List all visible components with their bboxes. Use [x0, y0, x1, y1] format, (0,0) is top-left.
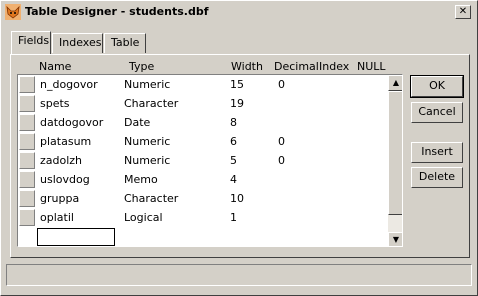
field-name[interactable]: gruppa: [40, 192, 79, 205]
delete-button[interactable]: Delete: [411, 167, 463, 188]
field-decimal[interactable]: 0: [278, 135, 285, 148]
row-mover-button[interactable]: [19, 152, 35, 169]
header-width: Width: [231, 60, 263, 73]
header-decimal: Decimal: [274, 60, 319, 73]
title-bar[interactable]: Table Designer - students.dbf ✕: [3, 3, 475, 21]
tab-table[interactable]: Table: [104, 33, 146, 53]
table-row[interactable]: datdogovor Date 8: [18, 113, 388, 132]
field-width[interactable]: 1: [230, 211, 237, 224]
row-mover-button[interactable]: [19, 190, 35, 207]
field-name[interactable]: platasum: [40, 135, 91, 148]
field-name[interactable]: uslovdog: [40, 173, 90, 186]
row-mover-button[interactable]: [19, 95, 35, 112]
header-index: Index: [319, 60, 350, 73]
scroll-up-button[interactable]: ▲: [388, 75, 402, 91]
scroll-thumb[interactable]: [388, 91, 402, 215]
field-name[interactable]: oplatil: [40, 211, 74, 224]
fields-grid[interactable]: n_dogovor Numeric 15 0 spets Character 1…: [17, 74, 403, 247]
column-headers: Name Type Width Decimal Index NULL: [17, 60, 407, 74]
ok-button[interactable]: OK: [410, 75, 464, 98]
row-mover-button[interactable]: [19, 209, 35, 226]
field-width[interactable]: 19: [230, 97, 244, 110]
field-type[interactable]: Memo: [124, 173, 158, 186]
table-row[interactable]: gruppa Character 10: [18, 189, 388, 208]
tab-fields[interactable]: Fields: [11, 31, 51, 54]
field-type[interactable]: Numeric: [124, 154, 170, 167]
row-mover-button[interactable]: [19, 76, 35, 93]
scroll-down-button[interactable]: ▼: [388, 232, 402, 246]
table-row[interactable]: oplatil Logical 1: [18, 208, 388, 227]
table-row[interactable]: zadolzh Numeric 5 0: [18, 151, 388, 170]
row-mover-button[interactable]: [19, 133, 35, 150]
field-width[interactable]: 6: [230, 135, 237, 148]
cancel-button[interactable]: Cancel: [411, 102, 463, 123]
tab-indexes[interactable]: Indexes: [52, 33, 103, 53]
header-type: Type: [129, 60, 155, 73]
field-width[interactable]: 15: [230, 78, 244, 91]
field-name[interactable]: spets: [40, 97, 70, 110]
tab-indexes-label: Indexes: [59, 36, 102, 49]
new-field-row[interactable]: [18, 227, 388, 246]
field-type[interactable]: Date: [124, 116, 150, 129]
field-type[interactable]: Character: [124, 192, 178, 205]
fox-app-icon: [5, 4, 21, 20]
row-mover-button[interactable]: [19, 114, 35, 131]
table-designer-window: Table Designer - students.dbf ✕ Fields I…: [0, 0, 478, 296]
field-type[interactable]: Numeric: [124, 78, 170, 91]
field-name[interactable]: zadolzh: [40, 154, 82, 167]
table-row[interactable]: spets Character 19: [18, 94, 388, 113]
field-width[interactable]: 10: [230, 192, 244, 205]
table-row[interactable]: n_dogovor Numeric 15 0: [18, 75, 388, 94]
field-name[interactable]: n_dogovor: [40, 78, 98, 91]
tab-table-label: Table: [111, 36, 140, 49]
field-width[interactable]: 8: [230, 116, 237, 129]
window-title: Table Designer - students.dbf: [25, 5, 209, 18]
field-name[interactable]: datdogovor: [40, 116, 103, 129]
status-bar: [6, 264, 472, 286]
row-mover-button[interactable]: [19, 171, 35, 188]
header-null: NULL: [357, 60, 386, 73]
table-row[interactable]: platasum Numeric 6 0: [18, 132, 388, 151]
field-decimal[interactable]: 0: [278, 154, 285, 167]
field-type[interactable]: Logical: [124, 211, 163, 224]
field-type[interactable]: Character: [124, 97, 178, 110]
tab-fields-label: Fields: [18, 34, 50, 47]
table-row[interactable]: uslovdog Memo 4: [18, 170, 388, 189]
close-button[interactable]: ✕: [455, 5, 471, 19]
insert-button[interactable]: Insert: [411, 142, 463, 163]
field-type[interactable]: Numeric: [124, 135, 170, 148]
field-width[interactable]: 5: [230, 154, 237, 167]
field-width[interactable]: 4: [230, 173, 237, 186]
header-name: Name: [39, 60, 72, 73]
new-field-name-input[interactable]: [37, 228, 115, 246]
field-decimal[interactable]: 0: [278, 78, 285, 91]
vertical-scrollbar[interactable]: ▲ ▼: [388, 75, 402, 246]
